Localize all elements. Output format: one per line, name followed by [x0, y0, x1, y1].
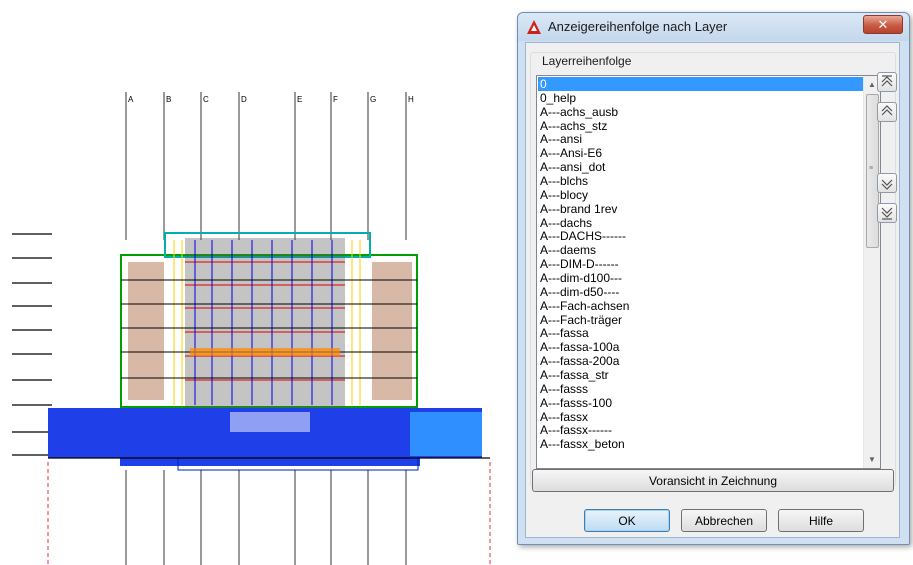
- layer-list-item[interactable]: 0_help: [538, 91, 864, 105]
- move-to-bottom-button[interactable]: [877, 203, 897, 223]
- axis-label-c: C: [203, 95, 209, 104]
- scroll-down-arrow-icon[interactable]: ▼: [864, 451, 880, 468]
- layer-list-item[interactable]: A---dachs: [538, 216, 864, 230]
- layer-list-item[interactable]: A---fassa-100a: [538, 340, 864, 354]
- group-label: Layerreihenfolge: [539, 54, 635, 68]
- preview-in-drawing-button[interactable]: Voransicht in Zeichnung: [532, 469, 894, 492]
- layer-list: 0 0_help A---achs_ausb A---achs_stz A---ansi…: [538, 77, 864, 451]
- axis-label-h: H: [408, 95, 414, 104]
- layer-list-item[interactable]: A---Ansi-E6: [538, 146, 864, 160]
- listbox-scrollbar[interactable]: ▲ ≡ ▼: [863, 76, 880, 468]
- layer-list-item[interactable]: A---fasss-100: [538, 396, 864, 410]
- dialog-client-area: Layerreihenfolge 0 0_help A---achs_ausb A--…: [525, 42, 900, 538]
- axis-label-b: B: [166, 95, 171, 104]
- layer-list-item[interactable]: A---ansi_dot: [538, 160, 864, 174]
- layer-list-item[interactable]: A---blocy: [538, 188, 864, 202]
- building-section: [120, 232, 418, 408]
- layer-list-item[interactable]: A---fassx------: [538, 423, 864, 438]
- layer-list-item[interactable]: A---fassx: [538, 410, 864, 424]
- layer-list-item[interactable]: A---Fach-träger: [538, 313, 864, 327]
- layer-list-item[interactable]: A---Fach-achsen: [538, 299, 864, 313]
- layer-list-item[interactable]: 0: [538, 77, 864, 91]
- axis-label-d: D: [241, 95, 247, 104]
- layer-list-item[interactable]: A---fassa_str: [538, 368, 864, 382]
- autocad-logo-icon: [527, 20, 541, 34]
- ok-button[interactable]: OK: [584, 509, 670, 532]
- axis-label-a: A: [128, 95, 134, 104]
- cancel-button[interactable]: Abbrechen: [681, 509, 767, 532]
- layer-list-item[interactable]: A---achs_ausb: [538, 105, 864, 119]
- layer-list-item[interactable]: A---achs_stz: [538, 119, 864, 133]
- move-down-button[interactable]: [877, 173, 897, 193]
- boundary-lines: [47, 462, 491, 565]
- layer-listbox[interactable]: 0 0_help A---achs_ausb A---achs_stz A---ansi…: [536, 75, 881, 469]
- layer-list-item[interactable]: A---blchs: [538, 174, 864, 188]
- dialog-titlebar[interactable]: Anzeigereihenfolge nach Layer ✕: [518, 13, 909, 41]
- axis-label-g: G: [370, 95, 376, 104]
- dialog-title: Anzeigereihenfolge nach Layer: [548, 19, 728, 34]
- move-up-icon: [881, 105, 893, 116]
- layer-list-item[interactable]: A---dim-d50----: [538, 285, 864, 299]
- move-to-top-icon: [881, 75, 893, 87]
- layer-list-item[interactable]: A---DIM-D------: [538, 257, 864, 271]
- move-down-icon: [881, 179, 893, 190]
- level-markers: [12, 233, 52, 456]
- layer-list-item[interactable]: A---dim-d100---: [538, 271, 864, 285]
- display-order-dialog: Anzeigereihenfolge nach Layer ✕ Layerrei…: [517, 12, 910, 545]
- move-to-bottom-icon: [881, 207, 893, 220]
- basement-section: [48, 408, 490, 471]
- layer-list-item[interactable]: A---fassx_beton: [538, 437, 864, 451]
- layer-list-item[interactable]: A---fassa: [538, 326, 864, 341]
- layer-list-item[interactable]: A---brand 1rev: [538, 202, 864, 216]
- layer-order-group: Layerreihenfolge 0 0_help A---achs_ausb A--…: [530, 52, 896, 487]
- move-up-button[interactable]: [877, 102, 897, 122]
- axis-label-f: F: [333, 95, 338, 104]
- layer-list-item[interactable]: A---DACHS------: [538, 229, 864, 244]
- layer-list-item[interactable]: A---ansi: [538, 132, 864, 147]
- layer-list-item[interactable]: A---fassa-200a: [538, 354, 864, 368]
- layer-list-item[interactable]: A---daems: [538, 243, 864, 257]
- close-button[interactable]: ✕: [863, 15, 903, 34]
- layer-list-item[interactable]: A---fasss: [538, 382, 864, 396]
- axis-label-e: E: [297, 95, 302, 104]
- help-button[interactable]: Hilfe: [778, 509, 864, 532]
- move-to-top-button[interactable]: [877, 72, 897, 92]
- scroll-grip-icon: ≡: [869, 165, 874, 172]
- axis-labels: A B C D E F G H: [128, 95, 414, 104]
